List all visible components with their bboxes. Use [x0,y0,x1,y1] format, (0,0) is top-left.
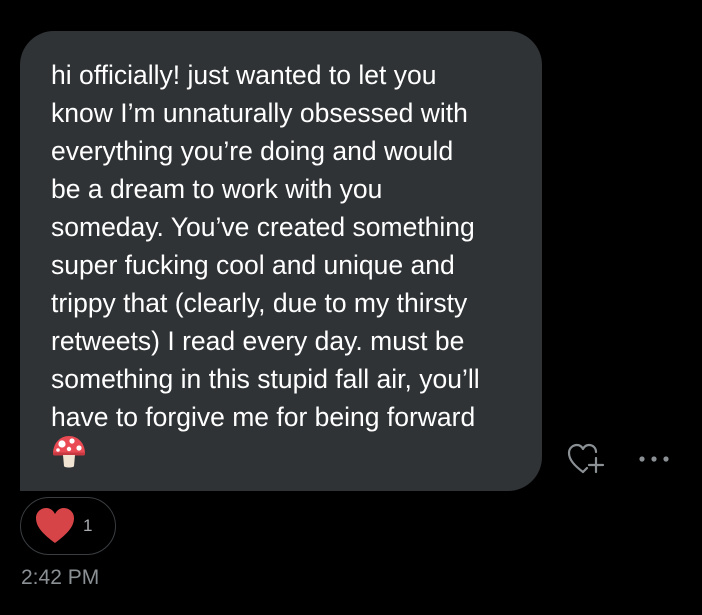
message-text-line: something in this stupid fall air, you’l… [51,364,480,394]
add-reaction-heart-plus-icon[interactable] [566,442,606,476]
more-options-icon[interactable] [632,448,676,470]
message-text-line: super fucking cool and unique and [51,250,455,280]
message-text-line: trippy that (clearly, due to my thirsty [51,288,468,318]
message-text-line: have to forgive me for being forward [51,402,476,432]
heart-reaction-button[interactable]: 1 [20,497,116,555]
reaction-count: 1 [83,516,93,535]
message-text-line: know I’m unnaturally obsessed with [51,98,468,128]
message-text-line: hi officially! just wanted to let you [51,60,437,90]
red-heart-icon [36,508,74,543]
message-text-line: be a dream to work with you [51,174,383,204]
message-text-line: everything you’re doing and would [51,136,454,166]
message-text-line: someday. You’ve created something [51,212,475,242]
message-timestamp: 2:42 PM [21,566,100,589]
message-text-line: retweets) I read every day. must be [51,326,465,356]
mushroom-emoji-icon [53,436,85,468]
